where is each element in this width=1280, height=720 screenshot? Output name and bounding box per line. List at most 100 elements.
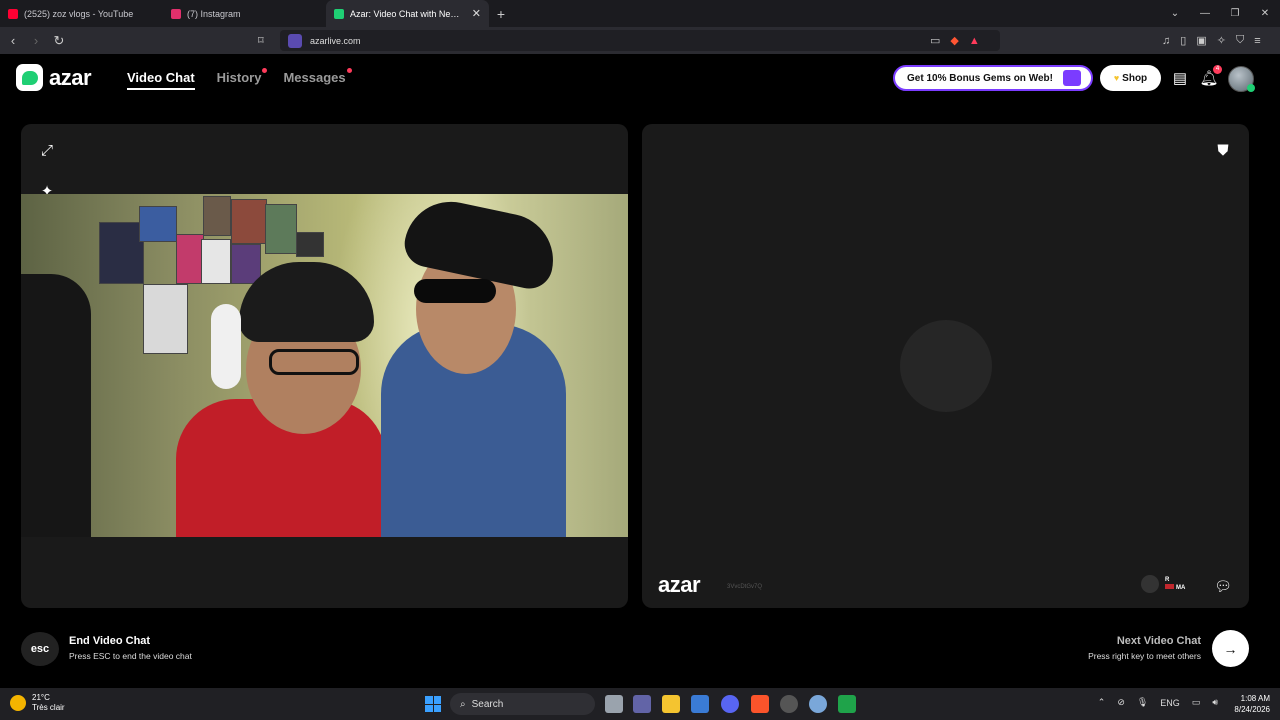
local-video-feed xyxy=(21,194,628,537)
remote-avatar-placeholder xyxy=(900,320,992,412)
tab-youtube[interactable]: (2525) zoz vlogs - YouTube xyxy=(0,0,163,27)
unread-dot xyxy=(262,68,268,73)
new-tab-button[interactable]: + xyxy=(489,6,513,22)
music-icon[interactable]: ♫ xyxy=(1162,35,1170,47)
microphone-icon[interactable]: 🎙︎ xyxy=(1137,697,1148,708)
brave-browser-icon[interactable] xyxy=(751,695,769,713)
speaker-icon[interactable]: 🔊︎ xyxy=(1212,697,1218,708)
sidebar-icon[interactable]: ▯ xyxy=(1180,34,1186,47)
system-tray: ⌃ ⊘ 🎙︎ ENG ▭ 🔊︎ xyxy=(1098,697,1218,708)
chevron-down-icon[interactable]: ⌄ xyxy=(1160,0,1190,27)
avatar[interactable] xyxy=(1228,66,1255,92)
nav-messages[interactable]: Messages xyxy=(283,68,352,90)
gem-icon: ♥ xyxy=(1113,73,1120,83)
url-field[interactable]: azarlive.com xyxy=(280,30,1000,51)
bonus-gems-button[interactable]: Get 10% Bonus Gems on Web! xyxy=(893,65,1093,91)
shop-button[interactable]: ♥ Shop xyxy=(1100,65,1161,91)
chrome-icon[interactable] xyxy=(780,695,798,713)
maximize-button[interactable]: ❐ xyxy=(1220,0,1250,27)
store-icon[interactable] xyxy=(691,695,709,713)
teams-icon[interactable] xyxy=(633,695,651,713)
weather-condition: Très clair xyxy=(32,703,65,712)
tab-title: Azar: Video Chat with New Pe xyxy=(350,8,466,19)
browser-tab-bar: (2525) zoz vlogs - YouTube (7) Instagram… xyxy=(0,0,1280,27)
file-explorer-icon[interactable] xyxy=(662,695,680,713)
next-arrow-button[interactable]: → xyxy=(1212,630,1249,667)
network-icon[interactable]: ⊘ xyxy=(1117,697,1125,708)
discord-icon[interactable] xyxy=(721,695,739,713)
nav-video-chat[interactable]: Video Chat xyxy=(127,70,195,90)
end-video-chat-hint: Press ESC to end the video chat xyxy=(69,651,192,661)
address-bar: ‹ › ↻ ⌑ azarlive.com ▭ ◆ ▲ ♫ ▯ ▣ ✧ ⛉ ≡ xyxy=(0,27,1280,54)
weather-icon xyxy=(10,695,26,711)
jacket xyxy=(21,274,91,537)
site-icon xyxy=(288,33,302,48)
wall-poster xyxy=(139,206,177,242)
bookmark-icon[interactable]: ⌑ xyxy=(258,27,264,54)
wall-poster xyxy=(143,284,188,354)
wall-poster xyxy=(265,204,297,254)
white-headphones xyxy=(211,304,241,389)
local-video-panel: ⤢ ✦ xyxy=(21,124,628,608)
search-icon: ⌕ xyxy=(460,698,466,710)
shop-label: Shop xyxy=(1122,72,1148,84)
cast-icon[interactable]: ▭ xyxy=(930,34,940,47)
session-id: 3VvcDtGv7Q xyxy=(727,584,763,590)
temperature: 21°C xyxy=(32,693,50,702)
settings-gear-icon[interactable] xyxy=(809,695,827,713)
wall-poster xyxy=(203,196,231,236)
chat-icon[interactable]: 💬︎ xyxy=(1211,574,1235,598)
wall-poster xyxy=(296,232,324,257)
reload-button[interactable]: ↻ xyxy=(49,33,69,49)
window-controls: ⌄ — ❐ ✕ xyxy=(1160,0,1280,27)
unread-dot xyxy=(346,68,352,73)
leo-icon[interactable]: ✧ xyxy=(1217,34,1226,47)
azar-logo[interactable]: azar xyxy=(16,64,92,91)
nav-label: Messages xyxy=(283,70,346,85)
main-nav: Video Chat History Messages xyxy=(127,68,352,90)
address-extensions: ▭ ◆ ▲ xyxy=(930,27,980,54)
arrow-right-icon: → xyxy=(1223,640,1238,657)
task-view-icon[interactable] xyxy=(605,695,623,713)
notification-badge: 4 xyxy=(1213,65,1222,74)
nav-history[interactable]: History xyxy=(216,68,268,90)
back-button[interactable]: ‹ xyxy=(3,33,23,48)
remote-country: MA xyxy=(1176,585,1186,591)
nav-label: History xyxy=(216,70,262,85)
report-shield-icon[interactable]: ⛊ xyxy=(1211,138,1235,162)
close-icon[interactable]: ✕ xyxy=(472,7,481,20)
wallet-icon[interactable]: ▣ xyxy=(1196,34,1206,47)
azar-watermark: azar xyxy=(658,572,701,597)
end-video-chat-title: End Video Chat xyxy=(69,635,151,647)
remote-user-info[interactable]: R MA xyxy=(1141,575,1185,593)
tab-azar[interactable]: Azar: Video Chat with New Pe ✕ xyxy=(326,0,489,27)
taskbar-search[interactable]: ⌕ Search xyxy=(450,693,595,715)
expand-icon[interactable]: ⤢ xyxy=(35,138,59,162)
url-text: azarlive.com xyxy=(310,35,361,46)
forward-button[interactable]: › xyxy=(26,33,46,48)
inbox-icon[interactable]: ▤ xyxy=(1170,68,1190,88)
gift-icon xyxy=(1063,70,1081,86)
weather-widget[interactable]: 21°C Très clair xyxy=(10,693,65,713)
windows-start-icon[interactable] xyxy=(425,696,441,712)
rewards-icon[interactable]: ▲ xyxy=(969,35,980,47)
azar-icon xyxy=(334,8,344,19)
close-window-button[interactable]: ✕ xyxy=(1250,0,1280,27)
vpn-icon[interactable]: ⛉ xyxy=(1236,34,1244,47)
display-icon[interactable]: ▭ xyxy=(1192,697,1201,708)
windows-taskbar: 21°C Très clair ⌕ Search ⌃ ⊘ 🎙︎ ENG ▭ 🔊︎… xyxy=(0,688,1280,720)
instagram-icon xyxy=(171,8,181,19)
esc-button[interactable]: esc xyxy=(21,632,59,666)
taskbar-clock[interactable]: 1:08 AM 8/24/2026 xyxy=(1234,693,1270,715)
language-indicator[interactable]: ENG xyxy=(1160,698,1180,708)
flag-icon xyxy=(1165,584,1174,589)
menu-icon[interactable]: ≡ xyxy=(1254,35,1260,47)
chevron-up-icon[interactable]: ⌃ xyxy=(1098,697,1106,708)
tab-instagram[interactable]: (7) Instagram xyxy=(163,0,326,27)
clock-time: 1:08 AM xyxy=(1240,694,1270,703)
media-player-icon[interactable] xyxy=(838,695,856,713)
bell-icon[interactable]: 🔔︎ 4 xyxy=(1199,65,1222,88)
brave-shield-icon[interactable]: ◆ xyxy=(950,34,958,47)
wall-poster xyxy=(99,222,144,284)
minimize-button[interactable]: — xyxy=(1190,0,1220,27)
